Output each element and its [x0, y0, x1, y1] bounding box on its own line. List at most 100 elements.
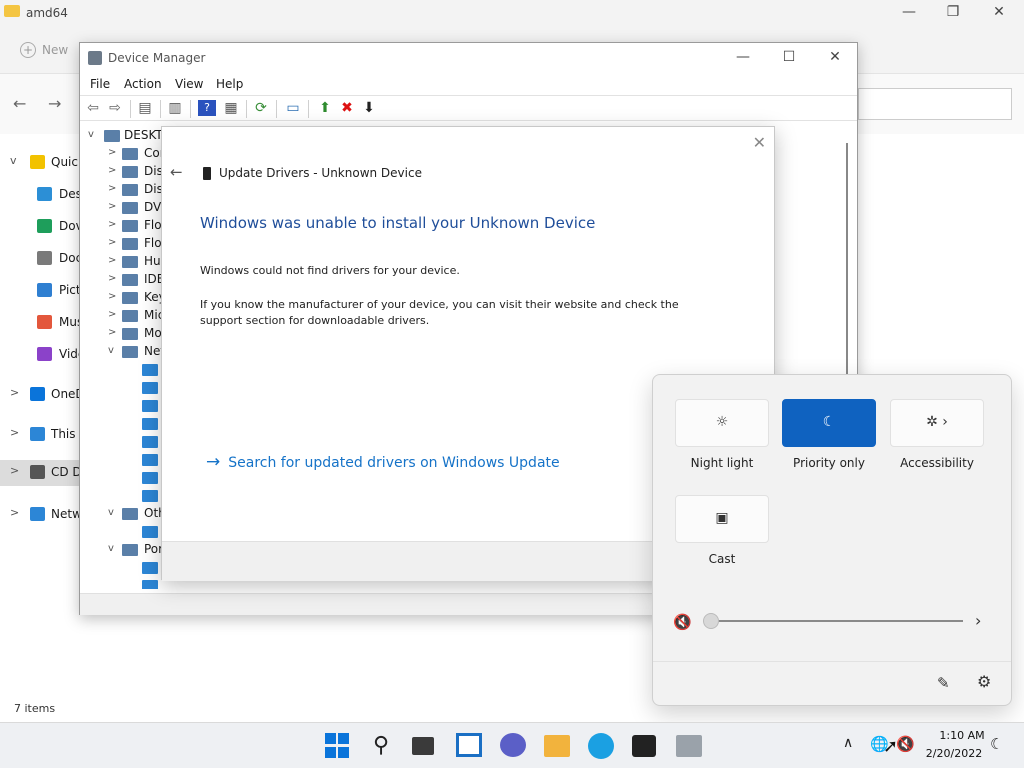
cast-tile[interactable]: ▣: [675, 495, 769, 543]
chevron-right-icon[interactable]: >: [108, 327, 116, 338]
tree-item[interactable]: > IDE: [82, 271, 162, 289]
chevron-right-icon[interactable]: >: [108, 255, 116, 266]
action-pane-icon[interactable]: ▦: [222, 100, 240, 116]
edge-icon[interactable]: [588, 733, 614, 759]
tree-item[interactable]: [82, 523, 162, 541]
chevron-right-icon[interactable]: >: [108, 183, 116, 194]
search-icon[interactable]: ⚲: [368, 733, 394, 759]
sidebar-item[interactable]: Mus: [0, 310, 83, 336]
forward-arrow-icon[interactable]: →: [48, 94, 61, 113]
sidebar-item[interactable]: Des: [0, 182, 82, 208]
tree-item[interactable]: [82, 361, 162, 379]
add-driver-icon[interactable]: ⬆: [316, 100, 334, 116]
scan-hardware-icon[interactable]: ▭: [284, 100, 302, 116]
tree-item[interactable]: > Disk: [82, 163, 162, 181]
chevron-right-icon[interactable]: >: [10, 464, 19, 477]
close-icon[interactable]: ✕: [753, 133, 766, 152]
sidebar-item[interactable]: Vide: [0, 342, 85, 368]
forward-icon[interactable]: ⇨: [106, 100, 124, 116]
sidebar-item[interactable]: > OneD: [0, 382, 85, 408]
menu-file[interactable]: File: [90, 77, 110, 91]
file-explorer-icon[interactable]: [544, 735, 570, 757]
back-icon[interactable]: ⇦: [84, 100, 102, 116]
chevron-right-icon[interactable]: >: [10, 386, 19, 399]
tree-item[interactable]: [82, 397, 162, 415]
chevron-right-icon[interactable]: >: [108, 165, 116, 176]
tree-item[interactable]: > Cor: [82, 145, 162, 163]
gear-icon[interactable]: ⚙: [977, 672, 991, 691]
update-driver-icon[interactable]: ⟳: [252, 100, 270, 116]
priority-only-tile[interactable]: ☾: [782, 399, 876, 447]
chevron-right-icon[interactable]: >: [108, 147, 116, 158]
sidebar-item[interactable]: Dov: [0, 214, 83, 240]
sidebar-item[interactable]: Pict: [0, 278, 81, 304]
volume-muted-icon[interactable]: 🔇: [673, 613, 692, 631]
menu-action[interactable]: Action: [124, 77, 162, 91]
accessibility-tile[interactable]: ✲ ›: [890, 399, 984, 447]
maximize-icon[interactable]: ☐: [776, 49, 802, 65]
night-light-tile[interactable]: ☼: [675, 399, 769, 447]
tree-item[interactable]: [82, 433, 162, 451]
minimize-icon[interactable]: —: [894, 4, 924, 24]
chevron-down-icon[interactable]: v: [108, 345, 114, 356]
chevron-right-icon[interactable]: >: [108, 237, 116, 248]
close-icon[interactable]: ✕: [822, 49, 848, 65]
chevron-right-icon[interactable]: >: [108, 219, 116, 230]
minimize-icon[interactable]: —: [730, 49, 756, 65]
sidebar-item[interactable]: Doc: [0, 246, 82, 272]
clock-time[interactable]: 1:10 AM: [934, 729, 990, 742]
start-button[interactable]: [325, 733, 351, 759]
tree-item[interactable]: v DESKTC: [82, 127, 162, 145]
chevron-right-icon[interactable]: ›: [975, 611, 981, 630]
tree-item[interactable]: > Flop: [82, 235, 162, 253]
back-arrow-icon[interactable]: ←: [170, 163, 183, 181]
vertical-scrollbar[interactable]: [846, 143, 848, 379]
windows-update-link[interactable]: → Search for updated drivers on Windows U…: [206, 452, 560, 472]
tree-item[interactable]: v Por: [82, 541, 162, 559]
address-bar[interactable]: [858, 88, 1012, 120]
back-arrow-icon[interactable]: ←: [13, 94, 26, 113]
tree-item[interactable]: > DVD: [82, 199, 162, 217]
volume-muted-tray-icon[interactable]: 🔇: [896, 735, 915, 753]
chevron-right-icon[interactable]: >: [10, 506, 19, 519]
chat-icon[interactable]: [500, 733, 526, 757]
tree-item[interactable]: [82, 559, 162, 577]
volume-slider-track[interactable]: [711, 620, 963, 622]
sidebar-item[interactable]: v Quick: [0, 150, 85, 176]
show-hide-tree-icon[interactable]: ▤: [136, 100, 154, 116]
uninstall-icon[interactable]: ✖: [338, 100, 356, 116]
sidebar-item[interactable]: > CD D: [0, 460, 82, 486]
chevron-down-icon[interactable]: v: [108, 507, 114, 518]
chevron-right-icon[interactable]: >: [108, 201, 116, 212]
chevron-right-icon[interactable]: >: [108, 273, 116, 284]
store-icon[interactable]: [632, 735, 656, 757]
properties-icon[interactable]: ▥: [166, 100, 184, 116]
chevron-right-icon[interactable]: >: [10, 426, 19, 439]
tree-item[interactable]: > Hun: [82, 253, 162, 271]
device-manager-taskbar-icon[interactable]: [676, 735, 702, 757]
menu-view[interactable]: View: [175, 77, 203, 91]
tree-item[interactable]: [82, 487, 162, 505]
disable-icon[interactable]: ⬇: [360, 100, 378, 116]
volume-slider-thumb[interactable]: [703, 613, 719, 629]
tree-item[interactable]: [82, 415, 162, 433]
tree-item[interactable]: v Oth: [82, 505, 162, 523]
menu-help[interactable]: Help: [216, 77, 243, 91]
chevron-right-icon[interactable]: >: [108, 291, 116, 302]
edit-pencil-icon[interactable]: ✎: [937, 674, 950, 692]
sidebar-item[interactable]: > This F: [0, 422, 86, 448]
new-button[interactable]: + New: [20, 42, 68, 58]
tree-item[interactable]: > Key: [82, 289, 162, 307]
widgets-icon[interactable]: [456, 733, 482, 757]
help-icon[interactable]: ?: [198, 100, 216, 116]
chevron-right-icon[interactable]: >: [108, 309, 116, 320]
clock-date[interactable]: 2/20/2022: [922, 747, 986, 760]
chevron-up-icon[interactable]: ∧: [843, 735, 853, 751]
chevron-down-icon[interactable]: v: [108, 543, 114, 554]
tree-item[interactable]: v Net: [82, 343, 162, 361]
tree-item[interactable]: [82, 451, 162, 469]
task-view-icon[interactable]: [412, 737, 434, 755]
tree-item[interactable]: > Disp: [82, 181, 162, 199]
tree-item[interactable]: [82, 379, 162, 397]
restore-icon[interactable]: ❐: [938, 4, 968, 24]
